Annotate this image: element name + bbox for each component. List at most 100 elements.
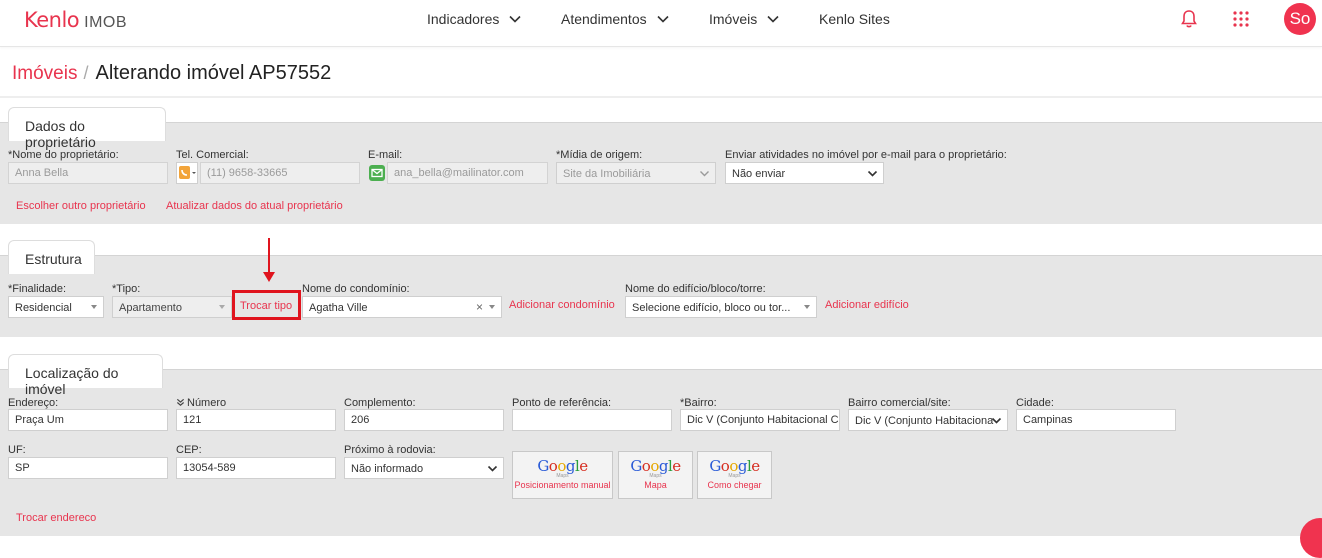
- zip-field[interactable]: 13054-589: [176, 457, 336, 479]
- email-icon: [369, 165, 385, 181]
- add-building-link[interactable]: Adicionar edifício: [825, 299, 909, 311]
- address-field[interactable]: Praça Um: [8, 409, 168, 431]
- annotation-highlight-box: [232, 290, 301, 320]
- nav-imoveis-label: Imóveis: [709, 11, 758, 27]
- double-chevron-down-icon[interactable]: [176, 398, 185, 407]
- reference-field[interactable]: [512, 409, 672, 431]
- google-maps-manual-position-button[interactable]: Google Maps Posicionamento manual: [512, 451, 613, 499]
- chevron-down-icon: [991, 417, 1002, 424]
- google-button-caption: Posicionamento manual: [514, 480, 611, 490]
- add-condo-link[interactable]: Adicionar condomínio: [509, 299, 615, 311]
- email-label: E-mail:: [368, 149, 403, 161]
- condo-select[interactable]: Agatha Ville ×: [302, 296, 502, 318]
- nav-kenlo-sites[interactable]: Kenlo Sites: [819, 11, 890, 27]
- complement-field[interactable]: 206: [344, 409, 504, 431]
- condo-value: Agatha Ville: [309, 302, 368, 314]
- clear-x-icon[interactable]: ×: [476, 300, 483, 314]
- change-address-link[interactable]: Trocar endereco: [16, 512, 96, 524]
- purpose-value: Residencial: [15, 302, 72, 314]
- reference-label: Ponto de referência:: [512, 397, 612, 409]
- nav-indicadores[interactable]: Indicadores: [427, 11, 522, 27]
- complement-label: Complemento:: [344, 397, 416, 409]
- nav-atendimentos[interactable]: Atendimentos: [561, 11, 670, 27]
- breadcrumb-imoveis-link[interactable]: Imóveis: [12, 63, 77, 85]
- google-button-caption: Como chegar: [707, 480, 762, 490]
- purpose-select[interactable]: Residencial: [8, 296, 104, 318]
- breadcrumb-separator: /: [83, 63, 89, 83]
- top-navbar: Kenlo IMOB Indicadores Atendimentos Imóv…: [0, 0, 1322, 47]
- header-divider: [0, 96, 1322, 98]
- city-label: Cidade:: [1016, 397, 1054, 409]
- nav-kenlo-sites-label: Kenlo Sites: [819, 11, 890, 27]
- address-label: Endereço:: [8, 397, 59, 409]
- type-select[interactable]: Apartamento: [112, 296, 232, 318]
- notification-bell-icon[interactable]: [1180, 9, 1198, 29]
- logo-sub-text: IMOB: [84, 14, 128, 31]
- dropdown-caret-icon: [804, 305, 810, 309]
- update-owner-link[interactable]: Atualizar dados do atual proprietário: [166, 200, 343, 212]
- phone-field[interactable]: (11) 9658-33665: [200, 162, 360, 184]
- highway-select[interactable]: Não informado: [344, 457, 504, 479]
- nav-indicadores-label: Indicadores: [427, 11, 500, 27]
- number-label: Número: [176, 397, 226, 409]
- annotation-arrow-head: [263, 272, 275, 282]
- city-field[interactable]: Campinas: [1016, 409, 1176, 431]
- building-placeholder: Selecione edifício, bloco ou tor...: [632, 302, 791, 314]
- condo-label: Nome do condomínio:: [302, 283, 410, 295]
- highway-label: Próximo à rodovia:: [344, 444, 436, 456]
- type-value: Apartamento: [119, 302, 182, 314]
- owner-name-label: *Nome do proprietário:: [8, 149, 119, 161]
- phone-type-selector[interactable]: [176, 162, 198, 184]
- google-maps-directions-button[interactable]: Google Maps Como chegar: [697, 451, 772, 499]
- email-field[interactable]: ana_bella@mailinator.com: [387, 162, 548, 184]
- annotation-arrow-line: [268, 238, 270, 274]
- chevron-down-icon: [509, 15, 521, 23]
- highway-value: Não informado: [351, 463, 424, 475]
- media-select[interactable]: Site da Imobiliária: [556, 162, 716, 184]
- page-title: Alterando imóvel AP57552: [95, 62, 332, 84]
- google-button-caption: Mapa: [644, 480, 667, 490]
- type-label: *Tipo:: [112, 283, 141, 295]
- structure-section-tab: Estrutura: [8, 240, 95, 274]
- chevron-down-icon: [487, 465, 498, 472]
- commercial-district-value: Dic V (Conjunto Habitaciona: [855, 415, 994, 427]
- commercial-district-select[interactable]: Dic V (Conjunto Habitaciona: [848, 409, 1008, 431]
- phone-icon: [179, 166, 196, 179]
- chevron-down-icon: [867, 170, 878, 177]
- owner-name-field[interactable]: Anna Bella: [8, 162, 168, 184]
- send-activities-label: Enviar atividades no imóvel por e-mail p…: [725, 149, 1007, 161]
- send-activities-select[interactable]: Não enviar: [725, 162, 884, 184]
- dropdown-caret-icon: [91, 305, 97, 309]
- number-label-text: Número: [187, 397, 227, 409]
- building-label: Nome do edifício/bloco/torre:: [625, 283, 766, 295]
- chevron-down-icon: [767, 15, 779, 23]
- logo-main-text: Kenlo: [24, 8, 80, 32]
- nav-imoveis[interactable]: Imóveis: [709, 11, 780, 27]
- commercial-district-label: Bairro comercial/site:: [848, 397, 951, 409]
- location-section-tab: Localização do imóvel: [8, 354, 163, 397]
- number-field[interactable]: 121: [176, 409, 336, 431]
- media-select-value: Site da Imobiliária: [563, 168, 651, 180]
- media-label: *Mídia de origem:: [556, 149, 643, 161]
- apps-grid-icon[interactable]: [1233, 11, 1249, 27]
- district-field[interactable]: Dic V (Conjunto Habitacional Chi: [680, 409, 840, 431]
- google-maps-map-button[interactable]: Google Maps Mapa: [618, 451, 693, 499]
- chevron-down-icon: [657, 15, 669, 23]
- chevron-down-icon: [700, 171, 709, 177]
- breadcrumb: Imóveis / Alterando imóvel AP57552: [12, 62, 331, 85]
- state-label: UF:: [8, 444, 26, 456]
- purpose-label: *Finalidade:: [8, 283, 67, 295]
- send-activities-value: Não enviar: [732, 168, 786, 180]
- building-select[interactable]: Selecione edifício, bloco ou tor...: [625, 296, 817, 318]
- kenlo-logo[interactable]: Kenlo IMOB: [24, 8, 127, 32]
- dropdown-caret-icon: [219, 305, 225, 309]
- nav-atendimentos-label: Atendimentos: [561, 11, 647, 27]
- phone-label: Tel. Comercial:: [176, 149, 249, 161]
- state-field[interactable]: SP: [8, 457, 168, 479]
- user-avatar[interactable]: So: [1284, 3, 1316, 35]
- district-label: *Bairro:: [680, 397, 717, 409]
- google-maps-sub: Maps: [556, 473, 569, 479]
- zip-label: CEP:: [176, 444, 202, 456]
- owner-section-tab: Dados do proprietário: [8, 107, 166, 150]
- choose-other-owner-link[interactable]: Escolher outro proprietário: [16, 200, 146, 212]
